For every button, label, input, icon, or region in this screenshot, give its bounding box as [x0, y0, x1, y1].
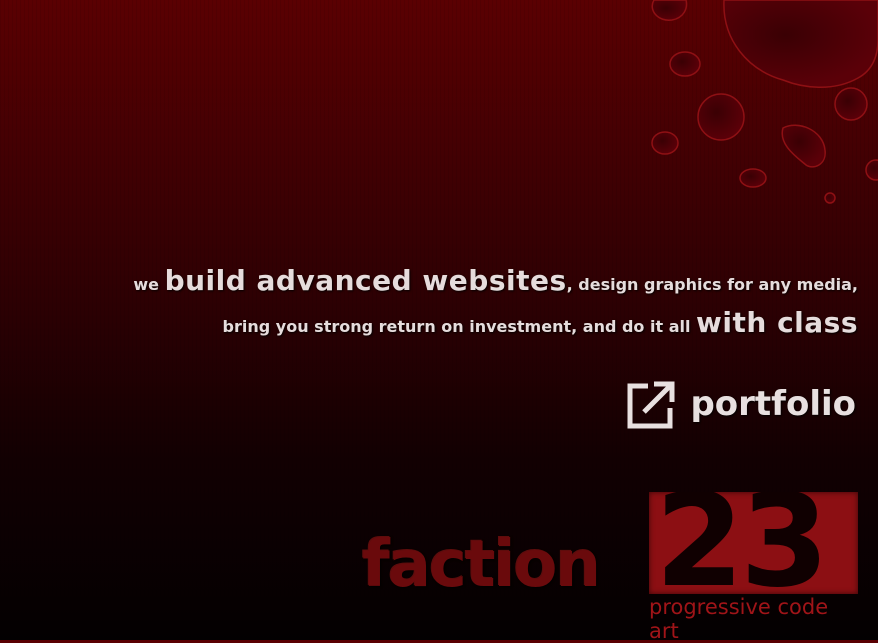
- tagline-design: , design graphics for any media,: [566, 275, 858, 294]
- tagline-class: with class: [696, 306, 858, 339]
- tagline-line-2: bring you strong return on investment, a…: [133, 304, 858, 346]
- portfolio-link[interactable]: portfolio: [626, 378, 856, 430]
- tagline-bring: bring you strong return on investment, a…: [222, 317, 691, 336]
- brand-logo: faction 23 progressive code art: [362, 490, 862, 643]
- logo-number: 23: [655, 492, 829, 594]
- logo-tagline: progressive code art: [649, 595, 829, 643]
- tagline-build: build advanced websites: [164, 264, 567, 297]
- tagline-we: we: [133, 275, 159, 294]
- external-link-icon: [627, 381, 675, 429]
- tagline-line-1: we build advanced websites, design graph…: [133, 262, 858, 304]
- tagline: we build advanced websites, design graph…: [133, 262, 858, 346]
- logo-wordmark: faction: [362, 528, 601, 602]
- bubble-decoration: [651, 0, 878, 204]
- logo-number-box: 23: [649, 492, 858, 594]
- portfolio-label: portfolio: [690, 384, 856, 424]
